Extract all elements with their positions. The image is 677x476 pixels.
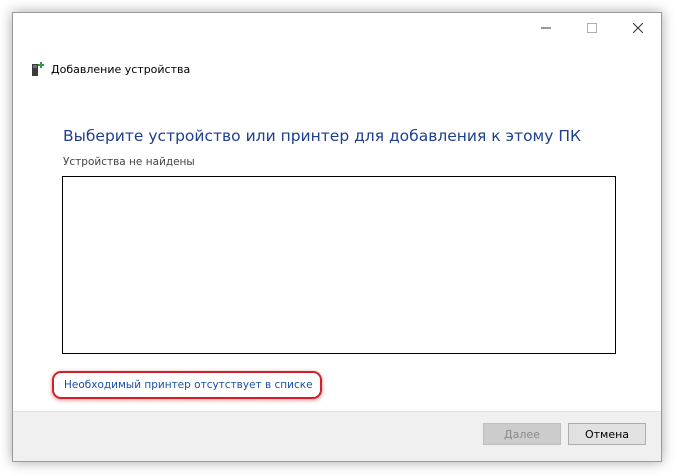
printer-not-listed-link[interactable]: Необходимый принтер отсутствует в списке	[64, 379, 313, 391]
maximize-button[interactable]	[569, 13, 615, 43]
maximize-icon	[587, 23, 597, 33]
window-title: Добавление устройства	[51, 62, 191, 76]
wizard-header: Добавление устройства	[31, 59, 190, 79]
highlight-frame: Необходимый принтер отсутствует в списке	[52, 371, 322, 399]
add-device-icon	[32, 62, 44, 76]
close-icon	[633, 23, 643, 33]
minimize-icon	[541, 27, 551, 29]
close-button[interactable]	[615, 13, 661, 43]
dialog-footer: Далее Отмена	[13, 411, 661, 461]
cancel-button[interactable]: Отмена	[568, 423, 646, 445]
device-list[interactable]	[62, 176, 616, 354]
next-button[interactable]: Далее	[483, 423, 561, 445]
minimize-button[interactable]	[523, 13, 569, 43]
add-device-dialog: Добавление устройства Выберите устройств…	[12, 12, 662, 462]
status-text: Устройства не найдены	[63, 156, 195, 168]
page-heading: Выберите устройство или принтер для доба…	[63, 127, 582, 145]
